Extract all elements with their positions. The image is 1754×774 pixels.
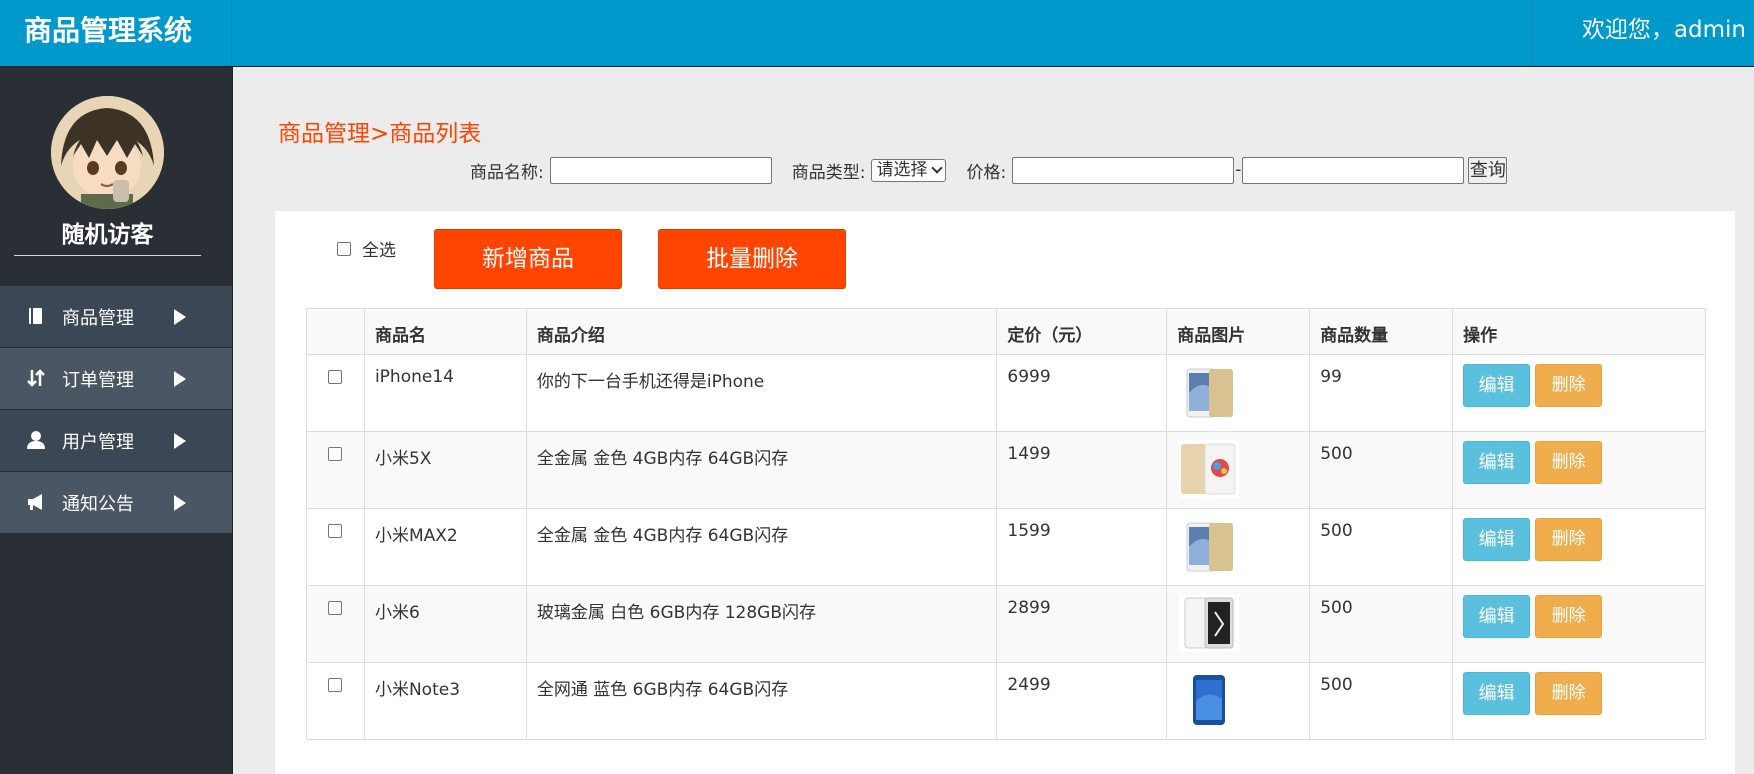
table-row: 小米MAX2 全金属 金色 4GB内存 64GB闪存 1599 500 编辑 删… — [306, 508, 1706, 586]
product-name: 小米6 — [363, 585, 527, 663]
product-price: 6999 — [996, 354, 1168, 432]
product-name: 小米5X — [363, 431, 527, 509]
delete-button[interactable]: 删除 — [1535, 441, 1603, 484]
batch-delete-button[interactable]: 批量删除 — [658, 229, 846, 289]
sidebar-item-label: 商品管理 — [62, 308, 134, 329]
sidebar-item-notices[interactable]: 通知公告 — [0, 472, 232, 534]
product-image — [1179, 671, 1240, 729]
product-desc: 全网通 蓝色 6GB内存 64GB闪存 — [525, 662, 998, 740]
add-product-button[interactable]: 新增商品 — [434, 229, 622, 289]
product-qty: 500 — [1309, 431, 1454, 509]
edit-button[interactable]: 编辑 — [1463, 364, 1531, 407]
product-desc: 你的下一台手机还得是iPhone — [525, 354, 998, 432]
sidebar-item-label: 通知公告 — [62, 494, 134, 515]
book-icon — [26, 306, 46, 326]
edit-button[interactable]: 编辑 — [1463, 595, 1531, 638]
avatar — [51, 96, 164, 209]
column-header: 定价（元） — [996, 308, 1168, 355]
sidebar-item-label: 用户管理 — [62, 432, 134, 453]
edit-button[interactable]: 编辑 — [1463, 441, 1531, 484]
product-desc: 全金属 金色 4GB内存 64GB闪存 — [525, 508, 998, 586]
column-header: 操作 — [1452, 308, 1706, 355]
product-qty: 500 — [1309, 508, 1454, 586]
chevron-down-icon — [931, 162, 944, 174]
caret-right-icon — [174, 433, 186, 449]
sidebar-item-label: 订单管理 — [62, 370, 134, 391]
row-checkbox[interactable] — [328, 370, 343, 384]
delete-button[interactable]: 删除 — [1535, 595, 1603, 638]
product-table: 商品名 商品介绍 定价（元） 商品图片 商品数量 操作 iPhone14 你的下… — [306, 308, 1706, 740]
product-name: 小米Note3 — [363, 662, 527, 740]
top-header: 商品管理系统 欢迎您，admin — [0, 0, 1754, 67]
edit-button[interactable]: 编辑 — [1463, 518, 1531, 561]
product-price: 2899 — [996, 585, 1168, 663]
row-checkbox[interactable] — [328, 447, 343, 461]
column-header: 商品名 — [363, 308, 527, 355]
price-dash: - — [1235, 160, 1242, 180]
product-price: 2499 — [996, 662, 1168, 740]
table-row: 小米6 玻璃金属 白色 6GB内存 128GB闪存 2899 500 编辑 删除 — [306, 585, 1706, 663]
column-header: 商品介绍 — [525, 308, 998, 355]
breadcrumb[interactable]: 商品管理>商品列表 — [278, 114, 481, 148]
sidebar-item-products[interactable]: 商品管理 — [0, 286, 232, 348]
search-button[interactable]: 查询 — [1468, 156, 1508, 184]
row-checkbox[interactable] — [328, 678, 343, 692]
sidebar: 随机访客 商品管理 订单管理 用户管理 通知公告 — [0, 67, 233, 774]
product-image — [1179, 440, 1240, 498]
megaphone-icon — [26, 492, 46, 512]
select-value: 请选择 — [876, 159, 928, 180]
column-header — [306, 308, 365, 355]
table-row: iPhone14 你的下一台手机还得是iPhone 6999 99 编辑 删除 — [306, 354, 1706, 432]
sidebar-item-orders[interactable]: 订单管理 — [0, 348, 232, 410]
row-checkbox[interactable] — [328, 601, 343, 615]
product-price: 1499 — [996, 431, 1168, 509]
type-filter-label: 商品类型: — [791, 162, 866, 183]
delete-button[interactable]: 删除 — [1535, 672, 1603, 715]
select-all-checkbox[interactable] — [337, 241, 351, 256]
name-filter-label: 商品名称: — [470, 162, 544, 183]
caret-right-icon — [174, 371, 186, 387]
product-desc: 全金属 金色 4GB内存 64GB闪存 — [525, 431, 998, 509]
select-all-label: 全选 — [362, 241, 396, 261]
price-filter-label: 价格: — [966, 162, 1007, 183]
table-row: 小米Note3 全网通 蓝色 6GB内存 64GB闪存 2499 500 编辑 … — [306, 662, 1706, 740]
product-name-input[interactable] — [549, 156, 772, 184]
product-qty: 500 — [1309, 662, 1454, 740]
sidebar-item-users[interactable]: 用户管理 — [0, 410, 232, 472]
select-all[interactable]: 全选 — [337, 236, 396, 261]
product-image — [1179, 594, 1240, 652]
column-header: 商品数量 — [1309, 308, 1454, 355]
price-min-input[interactable] — [1012, 156, 1235, 184]
column-header: 商品图片 — [1166, 308, 1311, 355]
row-checkbox[interactable] — [328, 524, 343, 538]
product-desc: 玻璃金属 白色 6GB内存 128GB闪存 — [525, 585, 998, 663]
edit-button[interactable]: 编辑 — [1463, 672, 1531, 715]
user-icon — [26, 430, 46, 450]
product-qty: 500 — [1309, 585, 1454, 663]
caret-right-icon — [174, 495, 186, 511]
product-type-select[interactable]: 请选择 — [871, 158, 947, 182]
caret-right-icon — [174, 309, 186, 325]
welcome-text: 欢迎您，admin — [1532, 0, 1754, 66]
sort-arrows-icon — [26, 368, 46, 388]
product-price: 1599 — [996, 508, 1168, 586]
delete-button[interactable]: 删除 — [1535, 364, 1603, 407]
product-image — [1179, 363, 1240, 421]
product-qty: 99 — [1309, 354, 1454, 432]
delete-button[interactable]: 删除 — [1535, 518, 1603, 561]
sidebar-menu: 商品管理 订单管理 用户管理 通知公告 — [0, 286, 232, 534]
table-header-row: 商品名 商品介绍 定价（元） 商品图片 商品数量 操作 — [306, 308, 1706, 355]
price-max-input[interactable] — [1242, 156, 1465, 184]
filter-bar: 商品名称: 商品类型: 请选择 价格: - 查询 — [470, 156, 1508, 184]
table-row: 小米5X 全金属 金色 4GB内存 64GB闪存 1499 500 编辑 删除 — [306, 431, 1706, 509]
product-name: iPhone14 — [363, 354, 527, 432]
product-image — [1179, 517, 1240, 575]
app-title: 商品管理系统 — [0, 0, 232, 66]
username: 随机访客 — [14, 215, 201, 256]
product-name: 小米MAX2 — [363, 508, 527, 586]
